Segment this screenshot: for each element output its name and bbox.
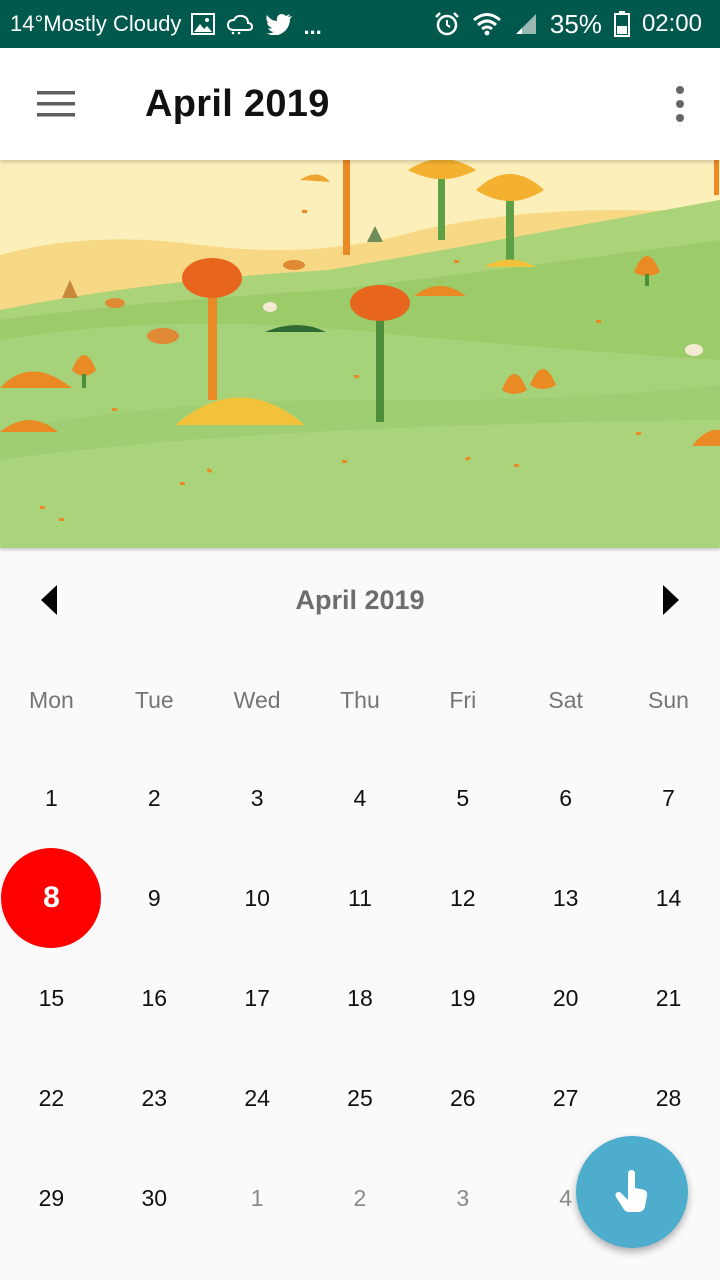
wifi-icon: [472, 12, 502, 36]
next-month-icon[interactable]: [620, 548, 720, 652]
calendar-day[interactable]: 30: [103, 1148, 206, 1248]
month-navigation: April 2019: [0, 548, 720, 652]
touch-fab-button[interactable]: [576, 1136, 688, 1248]
calendar-week: 22 23 24 25 26 27 28: [0, 1048, 720, 1148]
weekday-header: Mon Tue Wed Thu Fri Sat Sun: [0, 652, 720, 748]
calendar-day[interactable]: 3: [206, 748, 309, 848]
calendar-day[interactable]: 12: [411, 848, 514, 948]
calendar-day[interactable]: 9: [103, 848, 206, 948]
touch-hand-icon: [612, 1170, 652, 1214]
calendar-day[interactable]: 29: [0, 1148, 103, 1248]
hamburger-menu-icon[interactable]: [0, 48, 112, 160]
calendar-day[interactable]: 19: [411, 948, 514, 1048]
calendar-day[interactable]: 2: [103, 748, 206, 848]
calendar-day[interactable]: 4: [309, 748, 412, 848]
battery-percent: 35%: [549, 8, 602, 39]
calendar-week: 8 9 10 11 12 13 14: [0, 848, 720, 948]
calendar-week: 1 2 3 4 5 6 7: [0, 748, 720, 848]
calendar-day-next-month[interactable]: 2: [309, 1148, 412, 1248]
calendar-day[interactable]: 26: [411, 1048, 514, 1148]
calendar-day-next-month[interactable]: 3: [411, 1148, 514, 1248]
status-time: 02:00: [641, 10, 702, 37]
calendar-day-next-month[interactable]: 1: [206, 1148, 309, 1248]
more-notifications-icon: ...: [303, 14, 322, 39]
calendar-day[interactable]: 5: [411, 748, 514, 848]
calendar-day[interactable]: 1: [0, 748, 103, 848]
calendar-day[interactable]: 10: [206, 848, 309, 948]
calendar-day[interactable]: 28: [617, 1048, 720, 1148]
calendar-day[interactable]: 18: [309, 948, 412, 1048]
autumn-banner-illustration: [0, 160, 720, 548]
today-marker: 8: [1, 848, 102, 948]
calendar-day[interactable]: 23: [103, 1048, 206, 1148]
alarm-icon: [434, 11, 460, 37]
calendar-day[interactable]: 25: [309, 1048, 412, 1148]
page-title: April 2019: [145, 82, 330, 125]
weekday-label: Sun: [648, 687, 689, 713]
weather-icon: [225, 13, 255, 35]
calendar-day[interactable]: 15: [0, 948, 103, 1048]
status-bar: 14°Mostly Cloudy ... 35% 02:00: [0, 0, 720, 48]
calendar-day[interactable]: 24: [206, 1048, 309, 1148]
twitter-icon: [265, 13, 293, 35]
previous-month-icon[interactable]: [0, 548, 100, 652]
calendar-day[interactable]: 11: [309, 848, 412, 948]
calendar-day[interactable]: 20: [514, 948, 617, 1048]
weekday-label: Mon: [29, 687, 74, 713]
calendar-day-today[interactable]: 8: [0, 848, 103, 948]
calendar-day[interactable]: 21: [617, 948, 720, 1048]
calendar-day[interactable]: 22: [0, 1048, 103, 1148]
calendar-day[interactable]: 16: [103, 948, 206, 1048]
calendar-week: 15 16 17 18 19 20 21: [0, 948, 720, 1048]
calendar-day[interactable]: 7: [617, 748, 720, 848]
signal-icon: [514, 12, 538, 36]
app-bar: April 2019: [0, 48, 720, 160]
weekday-label: Fri: [449, 687, 477, 713]
calendar-day[interactable]: 6: [514, 748, 617, 848]
more-vertical-icon[interactable]: [640, 48, 720, 160]
image-icon: [191, 13, 216, 35]
month-label: April 2019: [295, 584, 425, 615]
weekday-label: Thu: [340, 687, 380, 713]
calendar-day[interactable]: 27: [514, 1048, 617, 1148]
weekday-label: Tue: [134, 687, 174, 713]
weekday-label: Sat: [548, 687, 583, 713]
weekday-label: Wed: [233, 687, 281, 713]
battery-icon: [613, 11, 630, 37]
calendar-day[interactable]: 17: [206, 948, 309, 1048]
weather-text: 14°Mostly Cloudy: [10, 11, 182, 36]
calendar-day[interactable]: 14: [617, 848, 720, 948]
calendar-day[interactable]: 13: [514, 848, 617, 948]
